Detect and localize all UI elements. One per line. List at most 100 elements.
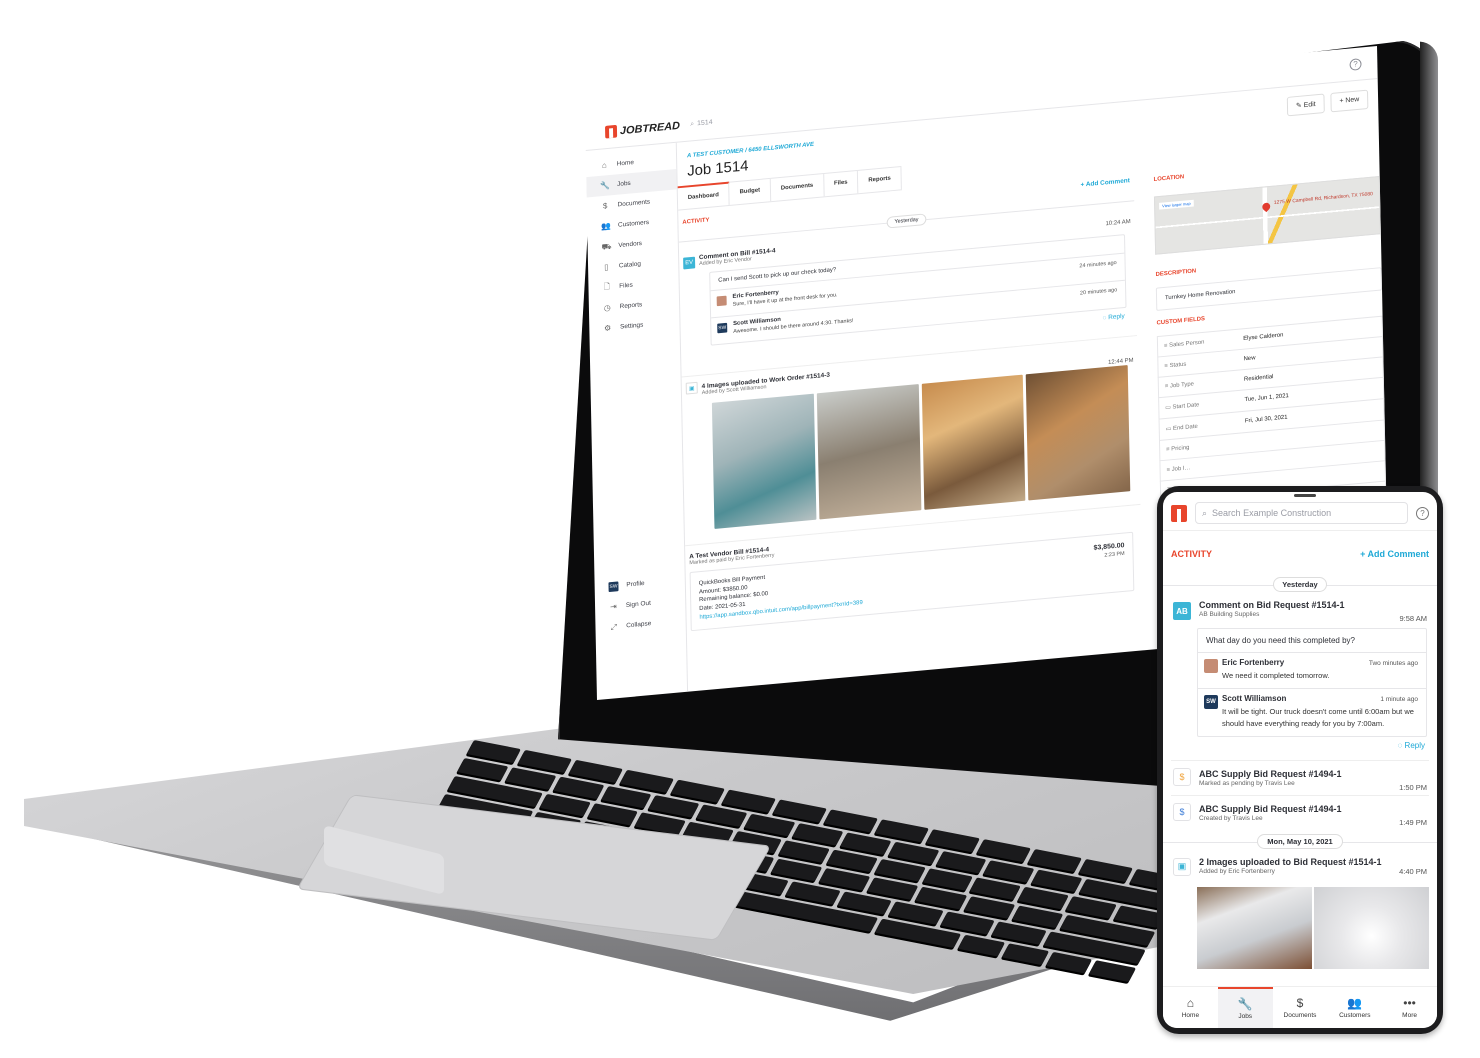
avatar: EV (683, 256, 696, 270)
sidebar-item-label: Profile (626, 580, 645, 589)
photo-gallery (711, 365, 1131, 529)
item-title[interactable]: ABC Supply Bid Request #1494-1 (1199, 804, 1429, 814)
reply-text: It will be tight. Our truck doesn't come… (1222, 707, 1414, 728)
item-subtitle: AB Building Supplies (1199, 611, 1260, 618)
collapse-icon: ⤢ (610, 621, 618, 632)
item-time: 12:44 PM (1108, 357, 1134, 366)
field-value: Tue, Jun 1, 2021 (1244, 393, 1289, 404)
file-icon: 🗋 (603, 281, 611, 291)
phone-top-bar: ⌕ Search Example Construction ? (1163, 492, 1437, 531)
tab-label: More (1402, 1011, 1417, 1019)
field-label: Start Date (1172, 402, 1200, 411)
jobtread-logo[interactable]: JOBTREAD (585, 119, 684, 141)
avatar: SW (608, 580, 619, 592)
tab-budget[interactable]: Budget (729, 178, 772, 205)
photo-thumbnail[interactable] (1197, 886, 1312, 969)
tab-documents[interactable]: $ Documents (1273, 987, 1328, 1028)
logo-icon[interactable] (1171, 504, 1187, 522)
field-label: Job I… (1171, 465, 1191, 473)
wrench-icon: 🔧 (600, 180, 611, 191)
comment-reply: Eric Fortenberry We need it completed to… (1198, 653, 1426, 690)
home-icon: ⌂ (601, 160, 607, 170)
tab-home[interactable]: ⌂ Home (1163, 987, 1218, 1028)
home-icon: ⌂ (1186, 995, 1195, 1010)
item-title[interactable]: 2 Images uploaded to Bid Request #1514-1 (1199, 857, 1429, 867)
tab-dashboard[interactable]: Dashboard (677, 181, 730, 210)
item-time: 1:49 PM (1399, 817, 1427, 827)
photo-thumbnail[interactable] (711, 393, 817, 529)
reply-label: Reply (1108, 312, 1125, 322)
page-title: Job 1514 (687, 157, 749, 180)
photo-gallery (1197, 886, 1429, 969)
day-separator: Mon, May 10, 2021 (1257, 833, 1343, 849)
item-time: 4:40 PM (1399, 866, 1427, 876)
search-icon: ⌕ (690, 120, 695, 128)
field-label: Status (1169, 361, 1187, 370)
tab-label: Jobs (1238, 1012, 1253, 1020)
sidebar-item-label: Collapse (626, 620, 652, 630)
search-placeholder: Search Example Construction (1212, 508, 1332, 518)
image-icon: ▣ (1173, 857, 1191, 876)
new-button[interactable]: + New (1330, 89, 1369, 113)
truck-icon: ⛟ (601, 241, 612, 252)
brand-name: JOBTREAD (619, 119, 681, 137)
tab-customers[interactable]: 👥 Customers (1327, 987, 1382, 1028)
sidebar-item-label: Home (616, 159, 634, 168)
sidebar: ⌂ Home 🔧 Jobs $ Documents 👥 Customers ⛟ Vendo… (585, 142, 689, 700)
view-larger-map-link[interactable]: View larger map (1159, 199, 1194, 210)
reply-text: We need it completed tomorrow. (1222, 671, 1330, 680)
help-icon[interactable]: ? (1416, 506, 1429, 520)
activity-header: ACTIVITY + Add Comment (1163, 531, 1437, 569)
search-input[interactable]: ⌕ Search Example Construction (1195, 502, 1408, 524)
tab-jobs[interactable]: 🔧 Jobs (1217, 987, 1273, 1028)
field-value: New (1243, 355, 1256, 363)
product-mockup: JOBTREAD ⌕ 1514 ? ⌂ Home 🔧 Jobs $ Documents… (0, 0, 1480, 1058)
edit-button[interactable]: ✎ Edit (1286, 93, 1325, 117)
reply-button[interactable]: ◌ Reply (1163, 737, 1437, 760)
bid-document-icon: $ (1173, 802, 1191, 821)
item-title[interactable]: Comment on Bid Request #1514-1 (1199, 600, 1429, 610)
item-time: 1:50 PM (1399, 782, 1427, 792)
list-icon: ≡ (1164, 383, 1169, 390)
list-item: ▣ 2 Images uploaded to Bid Request #1514… (1163, 851, 1437, 881)
comment-text: What day do you need this completed by? (1198, 629, 1426, 653)
sidebar-bottom: SW Profile ⇥ Sign Out ⤢ Collapse (594, 570, 686, 639)
photo-thumbnail[interactable] (921, 374, 1026, 510)
tab-reports[interactable]: Reports (858, 166, 902, 194)
reply-time: 1 minute ago (1380, 696, 1418, 704)
bottom-tab-bar: ⌂ Home 🔧 Jobs $ Documents 👥 Customers ••• Mor… (1163, 986, 1437, 1028)
gear-icon: ⚙ (604, 323, 612, 333)
photo-thumbnail[interactable] (1314, 886, 1429, 969)
add-comment-button[interactable]: + Add Comment (1360, 549, 1429, 559)
clock-icon: ◷ (603, 303, 611, 313)
field-label: End Date (1172, 423, 1198, 432)
help-icon[interactable]: ? (1349, 57, 1362, 71)
breadcrumb[interactable]: A TEST CUSTOMER / 6450 ELLSWORTH AVE (687, 142, 814, 159)
photo-thumbnail[interactable] (816, 384, 921, 520)
sidebar-item-label: Sign Out (625, 599, 651, 609)
list-icon: ≡ (1166, 446, 1170, 453)
phone-camera (1294, 494, 1316, 497)
photo-thumbnail[interactable] (1025, 365, 1131, 501)
tab-files[interactable]: Files (823, 170, 859, 197)
bid-document-icon: $ (1173, 767, 1191, 786)
bill-amount: $3,850.00 2:23 PM (1094, 541, 1125, 561)
sidebar-item-label: Vendors (618, 240, 643, 250)
users-icon: 👥 (601, 221, 612, 232)
list-icon: ≡ (1166, 467, 1171, 474)
avatar: SW (717, 322, 728, 334)
search-value: 1514 (697, 119, 713, 128)
tab-label: Documents (1283, 1011, 1317, 1019)
dollar-icon: $ (602, 201, 608, 211)
reply-icon: ◌ (1397, 740, 1405, 750)
users-icon: 👥 (1347, 995, 1363, 1010)
avatar (716, 295, 727, 307)
field-value: Residential (1243, 374, 1274, 383)
sidebar-item-label: Documents (617, 198, 651, 209)
item-title[interactable]: ABC Supply Bid Request #1494-1 (1199, 769, 1429, 779)
calendar-icon: ▭ (1165, 404, 1171, 412)
field-label: Sales Person (1169, 339, 1205, 349)
tab-more[interactable]: ••• More (1382, 987, 1437, 1028)
item-time: 9:58 AM (1399, 614, 1427, 623)
avatar: AB (1173, 602, 1191, 620)
